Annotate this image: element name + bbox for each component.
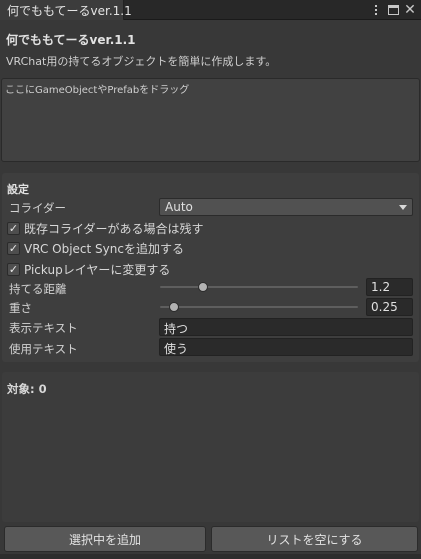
- keep-existing-collider-row[interactable]: ✓ 既存コライダーがある場合は残す: [7, 220, 204, 237]
- grab-distance-slider-track[interactable]: [160, 286, 358, 288]
- collider-label: コライダー: [9, 201, 67, 215]
- more-options-icon[interactable]: [370, 3, 382, 17]
- weight-input[interactable]: 0.25: [366, 298, 413, 316]
- page-description: VRChat用の持てるオブジェクトを簡単に作成します。: [6, 55, 277, 68]
- target-list[interactable]: [2, 372, 419, 522]
- pickup-layer-label: Pickupレイヤーに変更する: [24, 263, 171, 277]
- drop-zone[interactable]: ここにGameObjectやPrefabをドラッグ: [1, 78, 420, 162]
- chevron-down-icon: [399, 205, 407, 210]
- use-text-input[interactable]: 使う: [159, 338, 413, 356]
- keep-existing-collider-label: 既存コライダーがある場合は残す: [24, 222, 204, 236]
- check-icon: ✓: [8, 263, 19, 276]
- weight-label: 重さ: [9, 301, 32, 315]
- check-icon: ✓: [8, 222, 19, 235]
- pickup-layer-row[interactable]: ✓ Pickupレイヤーに変更する: [7, 261, 170, 278]
- keep-existing-collider-checkbox[interactable]: ✓: [7, 222, 20, 235]
- drop-zone-hint: ここにGameObjectやPrefabをドラッグ: [5, 85, 190, 96]
- add-selected-button[interactable]: 選択中を追加: [4, 526, 206, 552]
- close-icon[interactable]: ✕: [404, 3, 416, 17]
- check-icon: ✓: [8, 242, 19, 255]
- display-text-label: 表示テキスト: [9, 321, 78, 335]
- add-object-sync-label: VRC Object Syncを追加する: [24, 242, 184, 256]
- target-count: 対象: 0: [7, 382, 47, 396]
- tab-bar: 何でももてーるver.1.1 ✕: [0, 0, 421, 20]
- pickup-layer-checkbox[interactable]: ✓: [7, 263, 20, 276]
- add-object-sync-row[interactable]: ✓ VRC Object Syncを追加する: [7, 240, 184, 257]
- weight-slider-track[interactable]: [160, 306, 358, 308]
- settings-title: 設定: [7, 183, 29, 196]
- collider-value: Auto: [165, 200, 193, 214]
- collider-dropdown[interactable]: Auto: [159, 198, 413, 216]
- maximize-icon[interactable]: [387, 3, 399, 17]
- add-object-sync-checkbox[interactable]: ✓: [7, 242, 20, 255]
- grab-distance-slider-thumb[interactable]: [197, 282, 208, 292]
- display-text-input[interactable]: 持つ: [159, 318, 413, 336]
- grab-distance-label: 持てる距離: [9, 282, 67, 296]
- grab-distance-input[interactable]: 1.2: [366, 278, 413, 296]
- page-title: 何でももてーるver.1.1: [6, 33, 136, 47]
- use-text-label: 使用テキスト: [9, 342, 78, 356]
- window-tab[interactable]: 何でももてーるver.1.1: [0, 0, 132, 20]
- clear-list-button[interactable]: リストを空にする: [211, 526, 418, 552]
- window-controls: ✕: [370, 2, 416, 18]
- bottom-strip: [0, 554, 421, 559]
